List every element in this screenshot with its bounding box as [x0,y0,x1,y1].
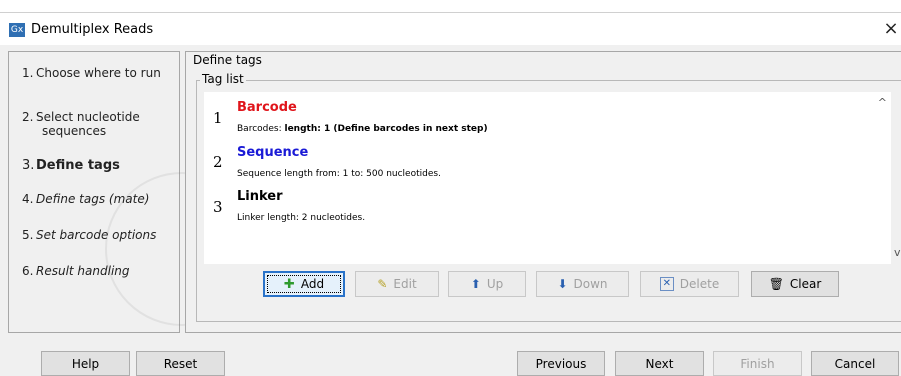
step-number: 6. [22,264,34,278]
delete-button[interactable]: ✕ Delete [640,271,739,297]
tag-description-prefix: Barcodes: [237,124,285,134]
pencil-icon: ✎ [377,277,388,291]
step-define-tags-mate: 4. Define tags (mate) [22,192,149,206]
step-number: 5. [22,228,34,242]
step-define-tags: 3. Define tags [22,158,120,173]
tag-list[interactable]: 1 Barcode Barcodes: length: 1 (Define ba… [204,92,891,264]
clear-button[interactable]: 🗑 Clear [751,271,839,297]
reset-button[interactable]: Reset [136,351,225,376]
tag-number: 3 [213,198,223,216]
tag-name-barcode[interactable]: Barcode [237,100,297,115]
arrow-down-icon: ⬇ [557,277,568,291]
next-button[interactable]: Next [615,351,704,376]
step-number: 2. [22,110,34,124]
step-label: Set barcode options [36,228,157,242]
delete-label: Delete [679,277,720,291]
close-icon[interactable]: × [881,18,901,39]
step-label: Select nucleotide [36,110,140,124]
step-choose-where-to-run: 1. Choose where to run [22,66,161,80]
tag-description: Linker length: 2 nucleotides. [237,213,366,223]
step-result-handling: 6. Result handling [22,264,130,278]
app-logo-icon: Gx [9,23,25,37]
tag-description: Sequence length from: 1 to: 500 nucleoti… [237,169,441,179]
scroll-down-icon[interactable]: v [894,246,901,259]
tag-description: Barcodes: length: 1 (Define barcodes in … [237,124,488,134]
trash-icon: 🗑 [768,277,784,291]
edit-label: Edit [393,277,417,291]
step-label: Choose where to run [36,66,161,80]
add-label: Add [300,277,325,291]
window-title: Demultiplex Reads [31,22,154,37]
finish-button[interactable]: Finish [713,351,802,376]
tag-number: 2 [213,153,223,171]
add-button[interactable]: ✚ Add [263,271,345,297]
down-label: Down [573,277,608,291]
panel-title: Define tags [193,53,262,67]
tag-name-linker[interactable]: Linker [237,189,283,204]
previous-button[interactable]: Previous [517,351,605,376]
tag-name-sequence[interactable]: Sequence [237,145,308,160]
step-number: 3. [22,158,35,173]
down-button[interactable]: ⬇ Down [536,271,629,297]
clear-label: Clear [789,277,822,291]
step-number: 1. [22,66,34,80]
title-bar: Gx Demultiplex Reads × [0,12,901,45]
plus-icon: ✚ [283,276,295,292]
help-button[interactable]: Help [41,351,130,376]
up-label: Up [486,277,504,291]
step-label: Define tags [36,158,120,173]
delete-icon: ✕ [659,277,674,291]
up-button[interactable]: ⬆ Up [448,271,526,297]
tag-list-label: Tag list [200,72,246,86]
step-set-barcode-options: 5. Set barcode options [22,228,156,242]
cancel-button[interactable]: Cancel [811,351,899,376]
edit-button[interactable]: ✎ Edit [355,271,439,297]
tag-number: 1 [213,109,223,127]
step-label: Result handling [36,264,130,278]
step-label-line2: sequences [42,124,107,138]
step-select-nucleotide-sequences: 2. Select nucleotide [22,110,140,124]
scroll-up-icon[interactable]: ^ [878,96,887,109]
tag-description-bold: length: 1 (Define barcodes in next step) [284,124,488,134]
step-label: Define tags (mate) [36,192,150,206]
arrow-up-icon: ⬆ [470,277,481,291]
step-number: 4. [22,192,34,206]
